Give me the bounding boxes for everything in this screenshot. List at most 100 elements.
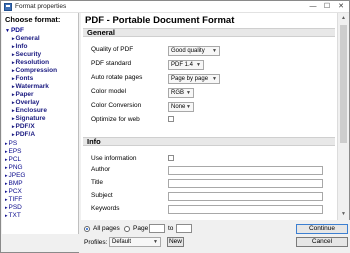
title-bar: Format properties — ☐ ✕	[1, 1, 349, 13]
choose-format-heading: Choose format:	[5, 15, 61, 24]
pdf-item-paper[interactable]: ▸Paper	[12, 91, 34, 99]
bullet-icon: ▸	[12, 76, 15, 82]
bullet-icon: ▸	[12, 108, 15, 114]
pdf-item-watermark[interactable]: ▸Watermark	[12, 83, 49, 91]
profiles-select[interactable]: Default ▼	[109, 237, 161, 247]
page-label: Page	[133, 225, 149, 232]
author-field[interactable]	[168, 166, 323, 175]
auto-rotate-label: Auto rotate pages	[91, 74, 143, 81]
minimize-icon[interactable]: —	[306, 1, 320, 12]
subject-label: Subject	[91, 192, 113, 199]
collapsed-arrow-icon: ▸	[5, 205, 8, 211]
bottom-controls: All pages Page to Profiles: Default ▼ New…	[79, 220, 350, 253]
format-item-psd[interactable]: ▸PSD	[5, 204, 22, 212]
bullet-icon: ▸	[12, 52, 15, 58]
page-range-radio[interactable]	[124, 226, 130, 232]
format-item-bmp[interactable]: ▸BMP	[5, 180, 23, 188]
expanded-arrow-icon: ▼	[5, 28, 10, 34]
pdf-item-resolution[interactable]: ▸Resolution	[12, 59, 49, 67]
close-icon[interactable]: ✕	[334, 1, 348, 12]
scroll-down-icon[interactable]: ▼	[338, 209, 349, 219]
author-label: Author	[91, 166, 111, 173]
pdf-item-compression[interactable]: ▸Compression	[12, 67, 57, 75]
collapsed-arrow-icon: ▸	[5, 181, 8, 187]
format-item-eps[interactable]: ▸EPS	[5, 148, 22, 156]
quality-select[interactable]: Good quality ▼	[168, 46, 220, 56]
page-from-field[interactable]	[149, 224, 165, 233]
optimize-web-checkbox[interactable]	[168, 116, 174, 122]
pdf-item-security[interactable]: ▸Security	[12, 51, 41, 59]
auto-rotate-select[interactable]: Page by page ▼	[168, 74, 220, 84]
bullet-icon: ▸	[12, 132, 15, 138]
format-item-pdf[interactable]: ▼PDF	[5, 27, 24, 35]
chevron-down-icon: ▼	[186, 104, 191, 110]
pdf-item-fonts[interactable]: ▸Fonts	[12, 75, 33, 83]
title-field[interactable]	[168, 179, 323, 188]
use-info-label: Use information	[91, 155, 137, 162]
cancel-button[interactable]: Cancel	[296, 237, 348, 247]
standard-label: PDF standard	[91, 60, 132, 67]
color-conversion-label: Color Conversion	[91, 102, 142, 109]
format-item-pcl[interactable]: ▸PCL	[5, 156, 21, 164]
continue-button[interactable]: Continue	[296, 224, 348, 234]
new-profile-button[interactable]: New	[167, 237, 184, 247]
settings-panel: PDF - Portable Document Format General Q…	[81, 13, 337, 234]
chevron-down-icon: ▼	[212, 76, 217, 82]
pdf-item-pdfx[interactable]: ▸PDF/X	[12, 123, 35, 131]
chevron-down-icon: ▼	[196, 62, 201, 68]
scroll-up-icon[interactable]: ▲	[338, 13, 349, 23]
collapsed-arrow-icon: ▸	[5, 213, 8, 219]
format-list-panel: Choose format: ▼PDF ▸General ▸Info ▸Secu…	[2, 13, 79, 234]
format-item-ps[interactable]: ▸PS	[5, 140, 17, 148]
collapsed-arrow-icon: ▸	[5, 141, 8, 147]
collapsed-arrow-icon: ▸	[5, 157, 8, 163]
keywords-field[interactable]	[168, 205, 323, 214]
color-model-label: Color model	[91, 88, 127, 95]
bullet-icon: ▸	[12, 116, 15, 122]
pdf-item-info[interactable]: ▸Info	[12, 43, 27, 51]
optimize-label: Optimize for web	[91, 116, 140, 123]
scrollbar-thumb[interactable]	[340, 25, 347, 143]
info-section-header: Info	[83, 137, 335, 146]
pdf-item-pdfa[interactable]: ▸PDF/A	[12, 131, 35, 139]
bullet-icon: ▸	[12, 36, 15, 42]
chevron-down-icon: ▼	[186, 90, 191, 96]
all-pages-radio[interactable]	[84, 226, 90, 232]
format-item-txt[interactable]: ▸TXT	[5, 212, 21, 220]
to-label: to	[168, 225, 174, 232]
title-label: Title	[91, 179, 104, 186]
page-to-field[interactable]	[176, 224, 192, 233]
use-info-checkbox[interactable]	[168, 155, 174, 161]
bullet-icon: ▸	[12, 68, 15, 74]
bullet-icon: ▸	[12, 100, 15, 106]
collapsed-arrow-icon: ▸	[5, 197, 8, 203]
profiles-label: Profiles:	[84, 239, 108, 246]
format-item-png[interactable]: ▸PNG	[5, 164, 23, 172]
format-properties-window: Format properties — ☐ ✕ Choose format: ▼…	[0, 0, 350, 253]
collapsed-arrow-icon: ▸	[5, 165, 8, 171]
general-section-header: General	[83, 28, 335, 37]
bullet-icon: ▸	[12, 60, 15, 66]
subject-field[interactable]	[168, 192, 323, 201]
pdf-item-general[interactable]: ▸General	[12, 35, 40, 43]
format-item-jpeg[interactable]: ▸JPEG	[5, 172, 26, 180]
format-item-pcx[interactable]: ▸PCX	[5, 188, 22, 196]
collapsed-arrow-icon: ▸	[5, 149, 8, 155]
pdf-item-signature[interactable]: ▸Signature	[12, 115, 46, 123]
format-item-tiff[interactable]: ▸TIFF	[5, 196, 22, 204]
all-pages-label: All pages	[93, 225, 120, 232]
collapsed-arrow-icon: ▸	[5, 173, 8, 179]
pdf-standard-select[interactable]: PDF 1.4 ▼	[168, 60, 204, 70]
vertical-scrollbar[interactable]: ▲ ▼	[337, 13, 349, 234]
bullet-icon: ▸	[12, 92, 15, 98]
pdf-item-overlay[interactable]: ▸Overlay	[12, 99, 39, 107]
pdf-item-enclosure[interactable]: ▸Enclosure	[12, 107, 47, 115]
maximize-icon[interactable]: ☐	[320, 1, 334, 12]
app-icon	[4, 3, 12, 11]
color-conversion-select[interactable]: None ▼	[168, 102, 194, 112]
page-title: PDF - Portable Document Format	[85, 15, 235, 26]
keywords-label: Keywords	[91, 205, 120, 212]
bullet-icon: ▸	[12, 44, 15, 50]
chevron-down-icon: ▼	[212, 48, 217, 54]
color-model-select[interactable]: RGB ▼	[168, 88, 194, 98]
